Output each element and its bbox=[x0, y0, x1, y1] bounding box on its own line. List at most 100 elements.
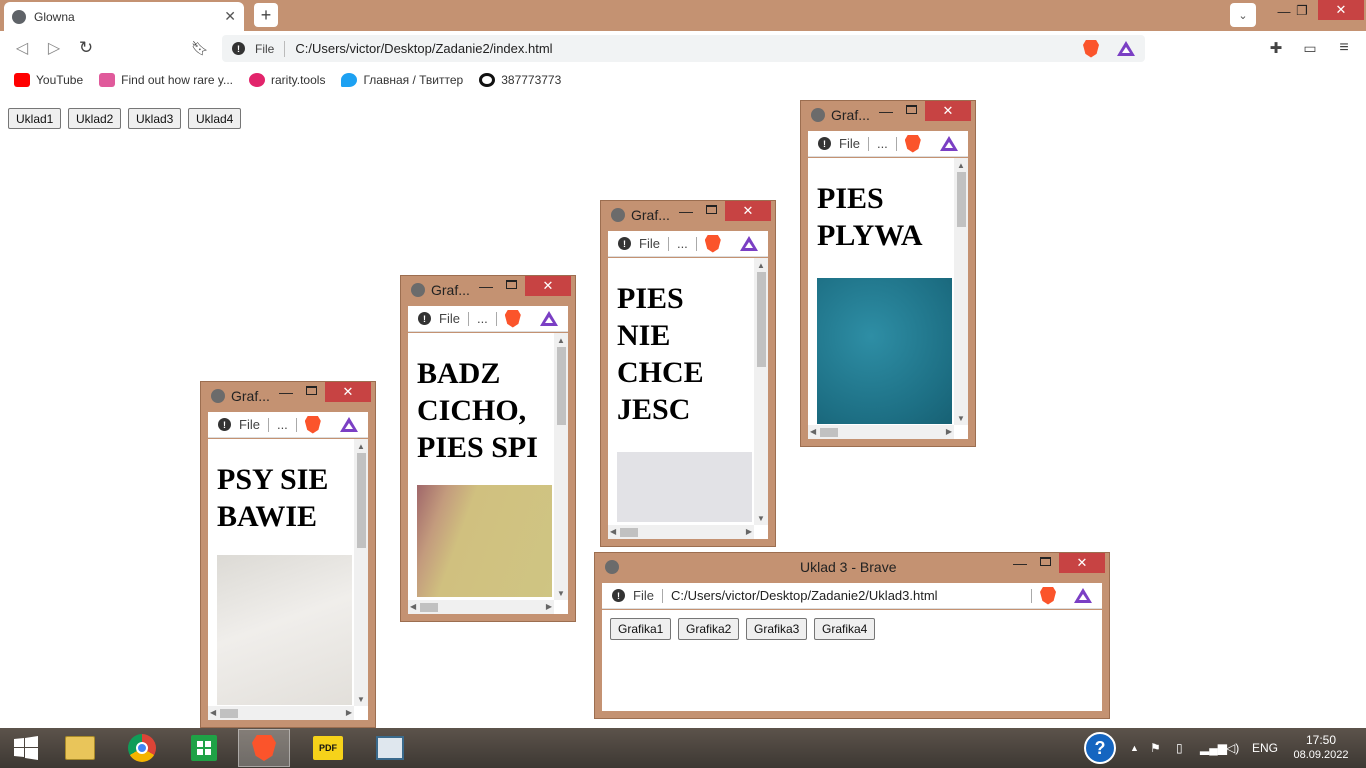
horizontal-scrollbar[interactable]: ◀ ▶ bbox=[408, 600, 554, 614]
close-button[interactable]: ✕ bbox=[1059, 553, 1105, 573]
reload-button[interactable]: ↻ bbox=[76, 38, 96, 58]
new-tab-button[interactable]: + bbox=[254, 3, 278, 27]
bookmark-number[interactable]: 387773773 bbox=[479, 73, 561, 87]
tab-search-button[interactable]: ⌄ bbox=[1230, 3, 1256, 27]
uklad2-button[interactable]: Uklad2 bbox=[68, 108, 122, 129]
store-button[interactable] bbox=[178, 729, 230, 767]
show-hidden-icons[interactable]: ▲ bbox=[1130, 728, 1139, 768]
minimize-button[interactable]: — bbox=[1013, 555, 1027, 571]
bookmark-rarity-find[interactable]: Find out how rare y... bbox=[99, 73, 233, 87]
popup-titlebar[interactable]: Graf... — ✕ bbox=[801, 101, 975, 127]
chrome-button[interactable] bbox=[116, 729, 168, 767]
window-app-button[interactable] bbox=[364, 729, 416, 767]
url-text[interactable]: ... bbox=[277, 417, 288, 432]
brave-shields-icon[interactable] bbox=[1040, 586, 1056, 605]
popup-window-grafika3[interactable]: Graf... — ✕ ! File ... PIES NIE CHCE JES… bbox=[600, 200, 776, 547]
back-button[interactable]: ◁ bbox=[12, 38, 32, 58]
brave-shields-icon[interactable] bbox=[304, 415, 321, 434]
wallet-icon[interactable]: ▭ bbox=[1300, 38, 1320, 58]
brave-shields-icon[interactable] bbox=[1083, 39, 1099, 58]
volume-icon[interactable]: ◁) bbox=[1226, 728, 1239, 768]
uklad3-window[interactable]: Uklad 3 - Brave — ✕ ! File C:/Users/vict… bbox=[594, 552, 1110, 719]
info-icon[interactable]: ! bbox=[618, 237, 631, 250]
window-address-bar[interactable]: ! File C:/Users/victor/Desktop/Zadanie2/… bbox=[602, 583, 1102, 609]
tab-close-icon[interactable]: ✕ bbox=[224, 8, 236, 25]
info-icon[interactable]: ! bbox=[818, 137, 831, 150]
url-text[interactable]: ... bbox=[677, 236, 688, 251]
brave-rewards-icon[interactable] bbox=[1074, 588, 1092, 603]
popup-address-bar[interactable]: ! File ... bbox=[208, 412, 368, 438]
maximize-button[interactable]: ❐ bbox=[1282, 0, 1322, 22]
vertical-scrollbar[interactable]: ▲ ▼ bbox=[754, 258, 768, 525]
minimize-button[interactable]: — bbox=[479, 278, 493, 294]
horizontal-scrollbar[interactable]: ◀ ▶ bbox=[808, 425, 954, 439]
popup-window-grafika1[interactable]: Graf... — ✕ ! File ... PSY SIE BAWIE ▲ ▼ … bbox=[200, 381, 376, 728]
menu-icon[interactable]: ≡ bbox=[1334, 38, 1354, 58]
brave-rewards-icon[interactable] bbox=[740, 236, 758, 251]
bookmark-youtube[interactable]: YouTube bbox=[14, 73, 83, 87]
brave-rewards-icon[interactable] bbox=[340, 417, 358, 432]
close-button[interactable]: ✕ bbox=[325, 382, 371, 402]
vertical-scrollbar[interactable]: ▲ ▼ bbox=[554, 333, 568, 600]
clock[interactable]: 17:50 08.09.2022 bbox=[1292, 728, 1350, 768]
brave-shields-icon[interactable] bbox=[904, 134, 921, 153]
minimize-button[interactable]: — bbox=[279, 384, 293, 400]
info-icon[interactable]: ! bbox=[612, 589, 625, 602]
help-icon[interactable]: ? bbox=[1084, 728, 1116, 768]
close-window-button[interactable]: ✕ bbox=[1318, 0, 1364, 20]
popup-titlebar[interactable]: Graf... — ✕ bbox=[401, 276, 575, 302]
pdf-button[interactable]: PDF bbox=[302, 729, 354, 767]
minimize-button[interactable]: — bbox=[679, 203, 693, 219]
uklad1-button[interactable]: Uklad1 bbox=[8, 108, 62, 129]
url-text[interactable]: C:/Users/victor/Desktop/Zadanie2/Uklad3.… bbox=[671, 588, 1023, 603]
popup-window-grafika2[interactable]: Graf... — ✕ ! File ... BADZ CICHO, PIES … bbox=[400, 275, 576, 622]
popup-address-bar[interactable]: ! File ... bbox=[608, 231, 768, 257]
url-text[interactable]: C:/Users/victor/Desktop/Zadanie2/index.h… bbox=[295, 41, 1083, 56]
horizontal-scrollbar[interactable]: ◀ ▶ bbox=[208, 706, 354, 720]
popup-address-bar[interactable]: ! File ... bbox=[408, 306, 568, 332]
start-button[interactable] bbox=[0, 729, 52, 767]
brave-shields-icon[interactable] bbox=[704, 234, 721, 253]
bookmark-twitter[interactable]: Главная / Твиттер bbox=[341, 73, 463, 87]
action-center-icon[interactable]: ⚑ bbox=[1150, 728, 1161, 768]
popup-titlebar[interactable]: Graf... — ✕ bbox=[201, 382, 375, 408]
window-titlebar[interactable]: Uklad 3 - Brave — ✕ bbox=[595, 553, 1109, 579]
grafika4-button[interactable]: Grafika4 bbox=[814, 618, 876, 640]
maximize-button[interactable] bbox=[1040, 557, 1051, 566]
brave-rewards-icon[interactable] bbox=[540, 311, 558, 326]
brave-rewards-icon[interactable] bbox=[1117, 41, 1135, 56]
power-icon[interactable]: ▯ bbox=[1176, 728, 1183, 768]
vertical-scrollbar[interactable]: ▲ ▼ bbox=[954, 158, 968, 425]
info-icon[interactable]: ! bbox=[232, 42, 245, 55]
popup-window-grafika4[interactable]: Graf... — ✕ ! File ... PIES PLYWA ▲ ▼ ◀ ▶ bbox=[800, 100, 976, 447]
grafika3-button[interactable]: Grafika3 bbox=[746, 618, 808, 640]
brave-shields-icon[interactable] bbox=[504, 309, 521, 328]
info-icon[interactable]: ! bbox=[418, 312, 431, 325]
url-text[interactable]: ... bbox=[877, 136, 888, 151]
file-explorer-button[interactable] bbox=[54, 729, 106, 767]
close-button[interactable]: ✕ bbox=[725, 201, 771, 221]
language-indicator[interactable]: ENG bbox=[1252, 728, 1278, 768]
vertical-scrollbar[interactable]: ▲ ▼ bbox=[354, 439, 368, 706]
network-icon[interactable]: ▂▄▆ bbox=[1200, 728, 1227, 768]
maximize-button[interactable] bbox=[506, 280, 517, 289]
popup-titlebar[interactable]: Graf... — ✕ bbox=[601, 201, 775, 227]
grafika1-button[interactable]: Grafika1 bbox=[610, 618, 672, 640]
uklad4-button[interactable]: Uklad4 bbox=[188, 108, 242, 129]
maximize-button[interactable] bbox=[306, 386, 317, 395]
address-bar[interactable]: ! File C:/Users/victor/Desktop/Zadanie2/… bbox=[222, 35, 1145, 62]
brave-taskbar-button[interactable] bbox=[238, 729, 290, 767]
bookmark-icon[interactable]: 🔖︎ bbox=[190, 38, 210, 58]
forward-button[interactable]: ▷ bbox=[44, 38, 64, 58]
popup-address-bar[interactable]: ! File ... bbox=[808, 131, 968, 157]
close-button[interactable]: ✕ bbox=[925, 101, 971, 121]
grafika2-button[interactable]: Grafika2 bbox=[678, 618, 740, 640]
bookmark-rarity-tools[interactable]: rarity.tools bbox=[248, 73, 325, 87]
brave-rewards-icon[interactable] bbox=[940, 136, 958, 151]
url-text[interactable]: ... bbox=[477, 311, 488, 326]
tab-active[interactable]: Glowna ✕ bbox=[4, 2, 244, 31]
maximize-button[interactable] bbox=[706, 205, 717, 214]
close-button[interactable]: ✕ bbox=[525, 276, 571, 296]
info-icon[interactable]: ! bbox=[218, 418, 231, 431]
uklad3-button[interactable]: Uklad3 bbox=[128, 108, 182, 129]
